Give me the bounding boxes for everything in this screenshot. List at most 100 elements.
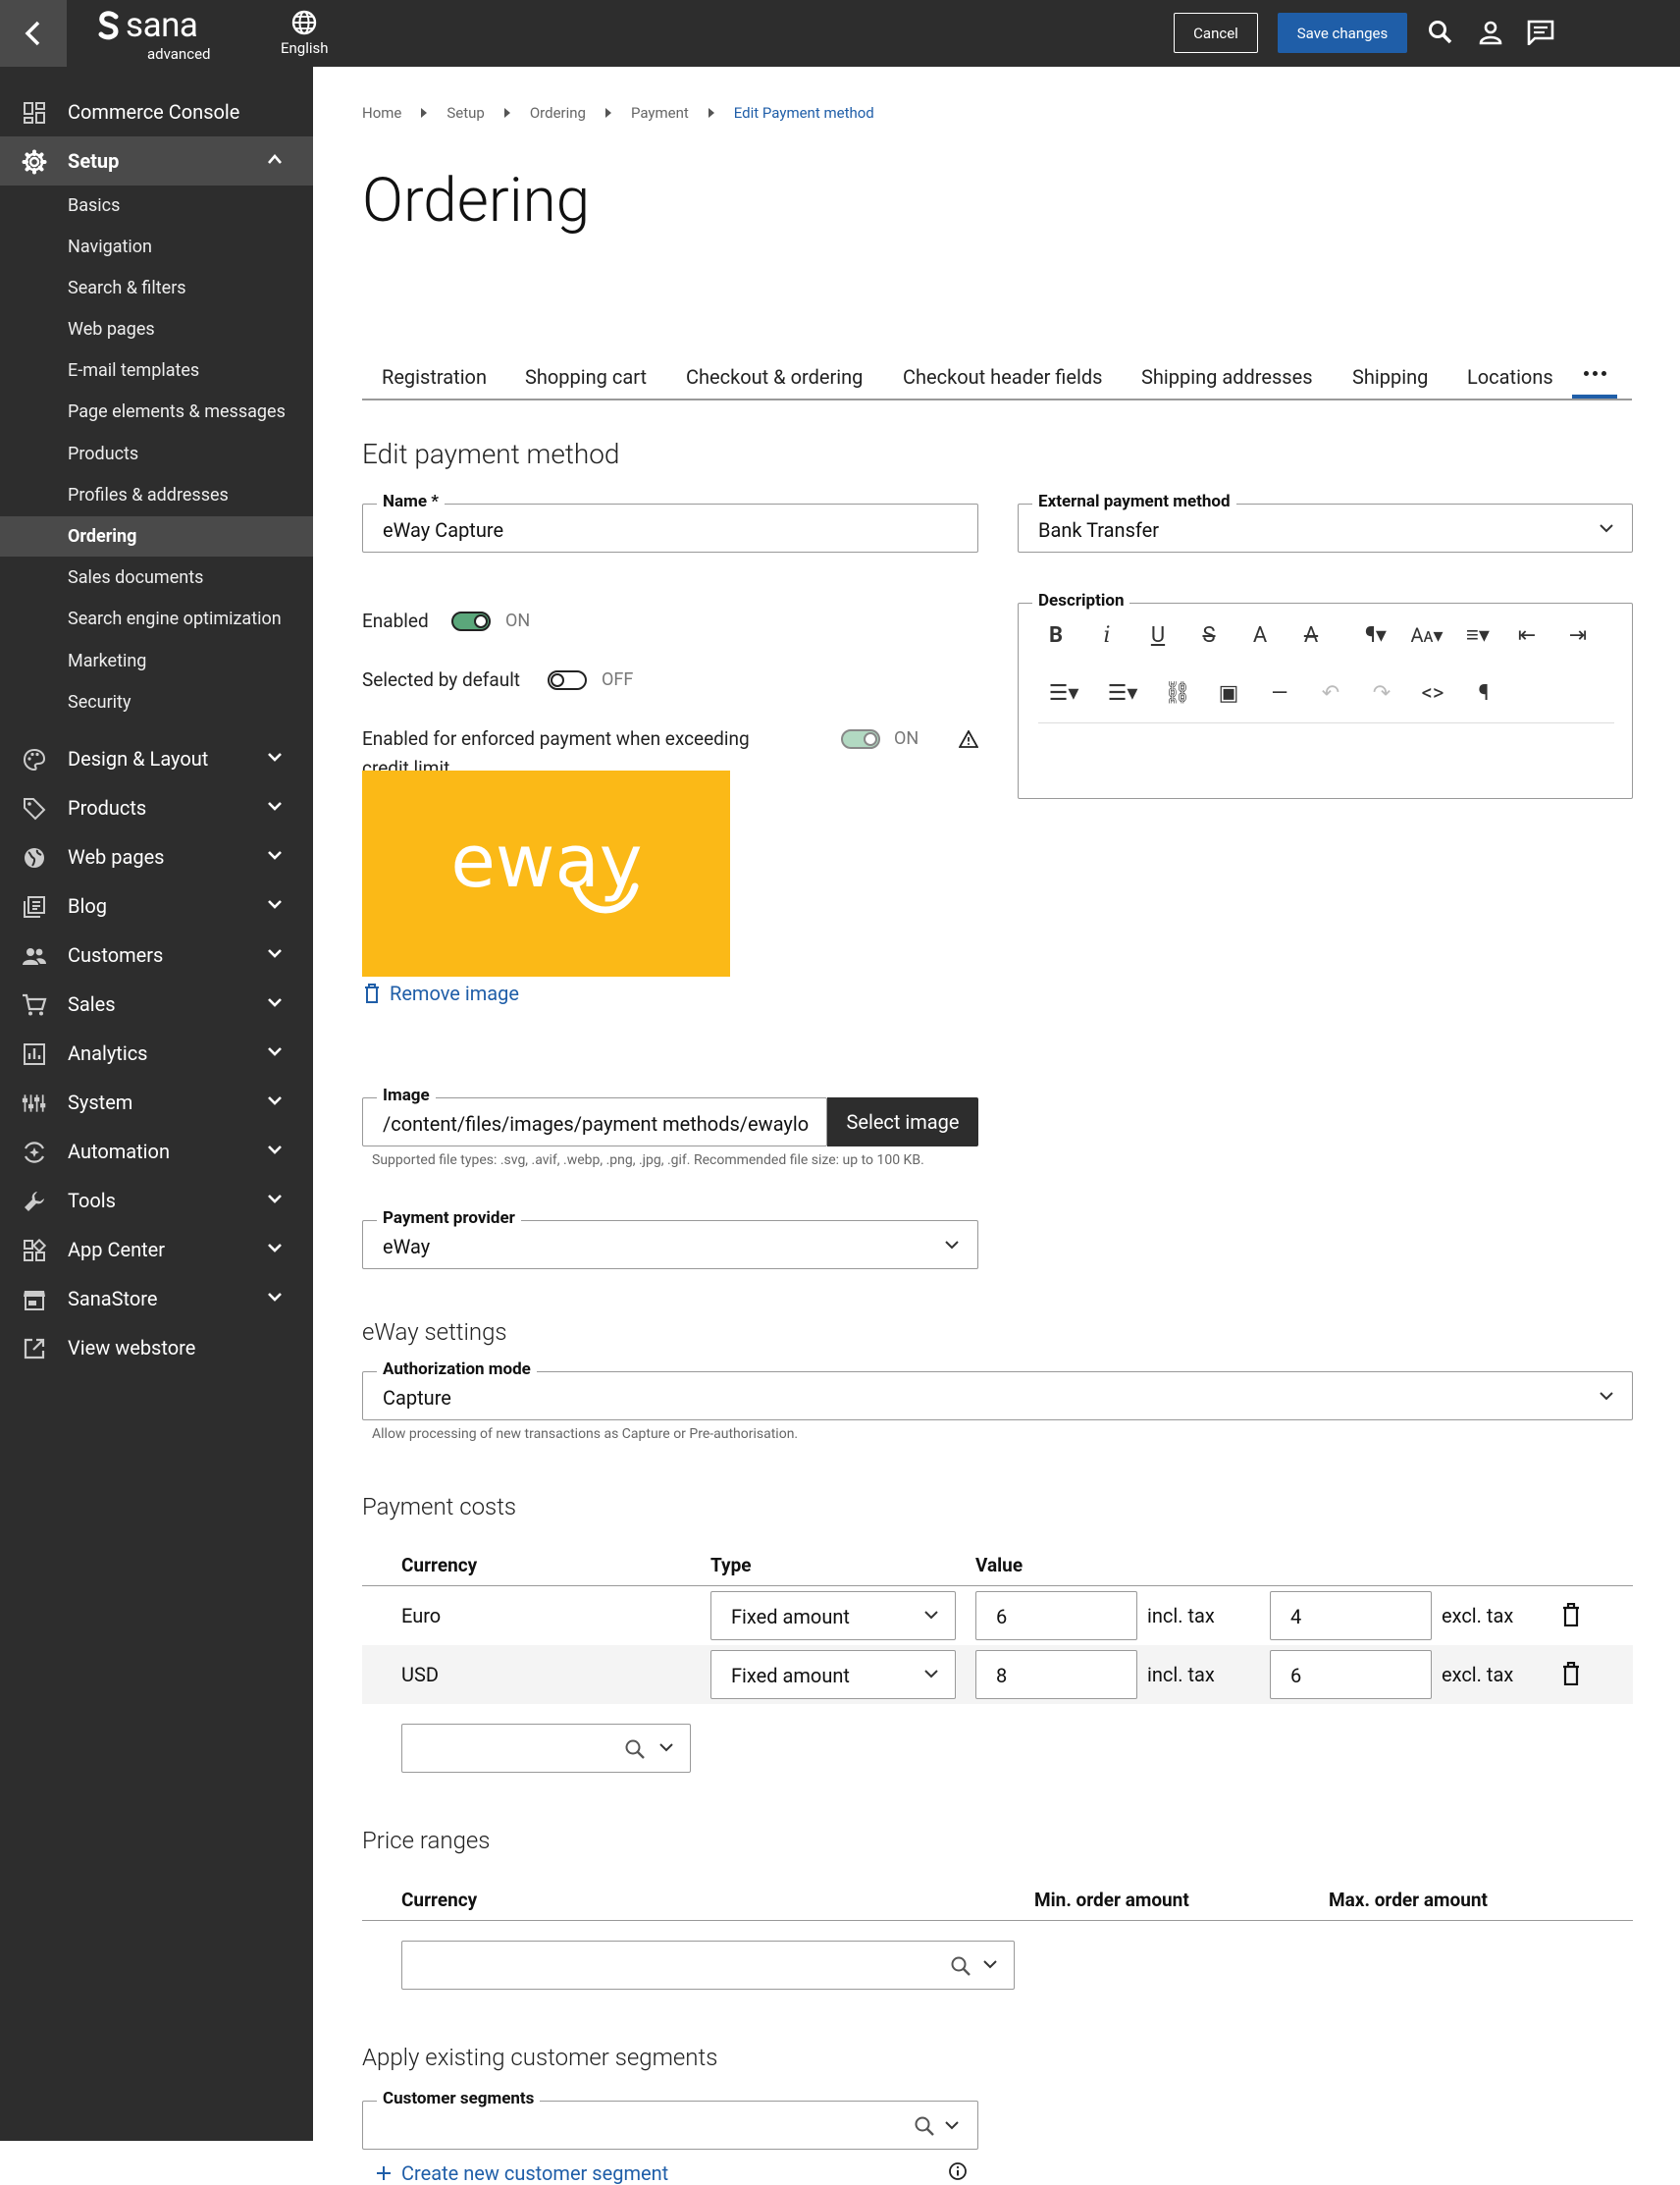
cost-row-excl-tax-input[interactable]: 6	[1270, 1650, 1432, 1699]
paragraph-format-icon[interactable]: ¶▾	[1352, 617, 1399, 653]
breadcrumb-setup[interactable]: Setup	[446, 104, 484, 122]
user-icon[interactable]	[1478, 20, 1503, 45]
store-icon	[22, 1287, 47, 1312]
ordered-list-icon[interactable]: ☰▾	[1038, 675, 1089, 711]
enabled-toggle[interactable]	[451, 612, 491, 631]
tab-locations[interactable]: Locations	[1467, 365, 1553, 389]
sana-logo[interactable]: sana advanced	[96, 8, 214, 63]
sidebar-item-sanastore[interactable]: SanaStore	[0, 1274, 313, 1323]
breadcrumb-payment[interactable]: Payment	[631, 104, 689, 122]
enabled-label: Enabled	[362, 610, 429, 632]
sidebar-subitem-sales-documents[interactable]: Sales documents	[0, 558, 313, 598]
tab-shopping-cart[interactable]: Shopping cart	[525, 365, 647, 389]
info-icon[interactable]	[948, 2161, 968, 2181]
font-size-icon[interactable]: Aᴀ▾	[1403, 617, 1450, 653]
sidebar-subitem-marketing[interactable]: Marketing	[0, 641, 313, 681]
breadcrumb-ordering[interactable]: Ordering	[530, 104, 586, 122]
horizontal-line-icon[interactable]: —	[1262, 675, 1297, 711]
chevron-down-icon	[268, 949, 282, 958]
authorization-mode-select[interactable]: Authorization mode Capture	[362, 1359, 1633, 1420]
tab-more-button[interactable]	[1572, 351, 1617, 399]
image-path-field[interactable]: Image /content/files/images/payment meth…	[362, 1086, 827, 1146]
create-customer-segment-link[interactable]: Create new customer segment	[376, 2161, 668, 2185]
tab-shipping-addresses[interactable]: Shipping addresses	[1141, 365, 1313, 389]
sidebar-subitem-web-pages[interactable]: Web pages	[0, 309, 313, 349]
link-icon[interactable]: ⛓	[1160, 675, 1195, 711]
description-editor[interactable]: Description B i U S A A ¶▾ Aᴀ▾ ≡▾ ⇤ ⇥ ☰▾…	[1018, 591, 1633, 799]
add-currency-combobox[interactable]	[401, 1724, 691, 1773]
tab-shipping[interactable]: Shipping	[1352, 365, 1428, 389]
cancel-button[interactable]: Cancel	[1174, 13, 1258, 53]
bold-icon[interactable]: B	[1038, 617, 1074, 653]
sidebar-subitem-basics[interactable]: Basics	[0, 186, 313, 226]
sidebar-item-setup[interactable]: Setup	[0, 136, 313, 186]
selected-by-default-state: OFF	[602, 669, 634, 690]
sidebar-subitem-security[interactable]: Security	[0, 682, 313, 722]
cost-row-incl-tax-input[interactable]: 8	[975, 1650, 1137, 1699]
breadcrumb-home[interactable]: Home	[362, 104, 401, 122]
clear-format-icon[interactable]: A	[1293, 617, 1329, 653]
paragraph-marks-icon[interactable]: ¶	[1466, 675, 1501, 711]
payment-provider-select[interactable]: Payment provider eWay	[362, 1208, 978, 1269]
code-view-icon[interactable]: <>	[1415, 675, 1450, 711]
unordered-list-icon[interactable]: ☰▾	[1097, 675, 1148, 711]
sidebar-item-tools[interactable]: Tools	[0, 1176, 313, 1225]
customer-segments-combobox[interactable]: Customer segments	[362, 2089, 978, 2150]
align-icon[interactable]: ≡▾	[1454, 617, 1501, 653]
strikethrough-icon[interactable]: S	[1191, 617, 1227, 653]
indent-icon[interactable]: ⇥	[1560, 617, 1596, 653]
tab-checkout-ordering[interactable]: Checkout & ordering	[686, 365, 863, 389]
sidebar-subitem-ordering[interactable]: Ordering	[0, 516, 313, 557]
search-icon[interactable]	[1428, 20, 1453, 45]
sidebar-subitem-page-elements[interactable]: Page elements & messages	[0, 392, 313, 432]
enforced-payment-toggle[interactable]	[841, 729, 880, 749]
sidebar-subitem-search-filters[interactable]: Search & filters	[0, 268, 313, 308]
tab-registration[interactable]: Registration	[382, 365, 487, 389]
sidebar-subitem-email-templates[interactable]: E-mail templates	[0, 350, 313, 391]
redo-icon[interactable]: ↷	[1364, 675, 1399, 711]
sidebar-item-products[interactable]: Products	[0, 783, 313, 832]
text-color-icon[interactable]: A	[1242, 617, 1278, 653]
remove-image-link[interactable]: Remove image	[364, 982, 519, 1005]
undo-icon[interactable]: ↶	[1313, 675, 1348, 711]
sidebar-item-app-center[interactable]: App Center	[0, 1225, 313, 1274]
cost-row-type-select[interactable]: Fixed amount	[710, 1591, 956, 1640]
cost-row-excl-tax-input[interactable]: 4	[1270, 1591, 1432, 1640]
sidebar-item-view-webstore[interactable]: View webstore	[0, 1323, 313, 1372]
back-button[interactable]	[0, 0, 67, 67]
sidebar-subitem-seo[interactable]: Search engine optimization	[0, 599, 313, 639]
sidebar-item-commerce-console[interactable]: Commerce Console	[0, 87, 313, 136]
table-header-divider	[362, 1920, 1633, 1921]
sidebar-item-customers[interactable]: Customers	[0, 931, 313, 980]
delete-row-icon[interactable]	[1562, 1603, 1580, 1626]
outdent-icon[interactable]: ⇤	[1509, 617, 1545, 653]
sidebar-item-design-layout[interactable]: Design & Layout	[0, 734, 313, 783]
sidebar-subitem-profiles-addresses[interactable]: Profiles & addresses	[0, 475, 313, 515]
save-changes-button[interactable]: Save changes	[1278, 13, 1407, 53]
sidebar-item-automation[interactable]: Automation	[0, 1127, 313, 1176]
sidebar-item-analytics[interactable]: Analytics	[0, 1029, 313, 1078]
name-field[interactable]: Name * eWay Capture	[362, 492, 978, 553]
selected-by-default-toggle[interactable]	[548, 670, 587, 690]
delete-row-icon[interactable]	[1562, 1662, 1580, 1685]
chat-icon[interactable]	[1527, 20, 1554, 45]
sidebar-subitem-navigation[interactable]: Navigation	[0, 227, 313, 267]
select-image-button[interactable]: Select image	[827, 1097, 978, 1146]
language-selector[interactable]: English	[281, 10, 329, 57]
tab-checkout-header-fields[interactable]: Checkout header fields	[903, 365, 1102, 389]
warning-icon[interactable]	[959, 730, 978, 748]
sidebar-item-label: SanaStore	[68, 1287, 158, 1310]
page-title: Ordering	[362, 165, 591, 237]
cost-row-type-select[interactable]: Fixed amount	[710, 1650, 956, 1699]
italic-icon[interactable]: i	[1089, 617, 1125, 653]
cost-row-incl-tax-input[interactable]: 6	[975, 1591, 1137, 1640]
image-icon[interactable]: ▣	[1211, 675, 1246, 711]
sidebar-item-web-pages[interactable]: Web pages	[0, 832, 313, 881]
price-range-currency-combobox[interactable]	[401, 1941, 1015, 1990]
sidebar-item-blog[interactable]: Blog	[0, 881, 313, 931]
underline-icon[interactable]: U	[1140, 617, 1176, 653]
sidebar-subitem-products[interactable]: Products	[0, 434, 313, 474]
sidebar-item-sales[interactable]: Sales	[0, 980, 313, 1029]
sidebar-item-system[interactable]: System	[0, 1078, 313, 1127]
external-payment-method-select[interactable]: External payment method Bank Transfer	[1018, 492, 1633, 553]
